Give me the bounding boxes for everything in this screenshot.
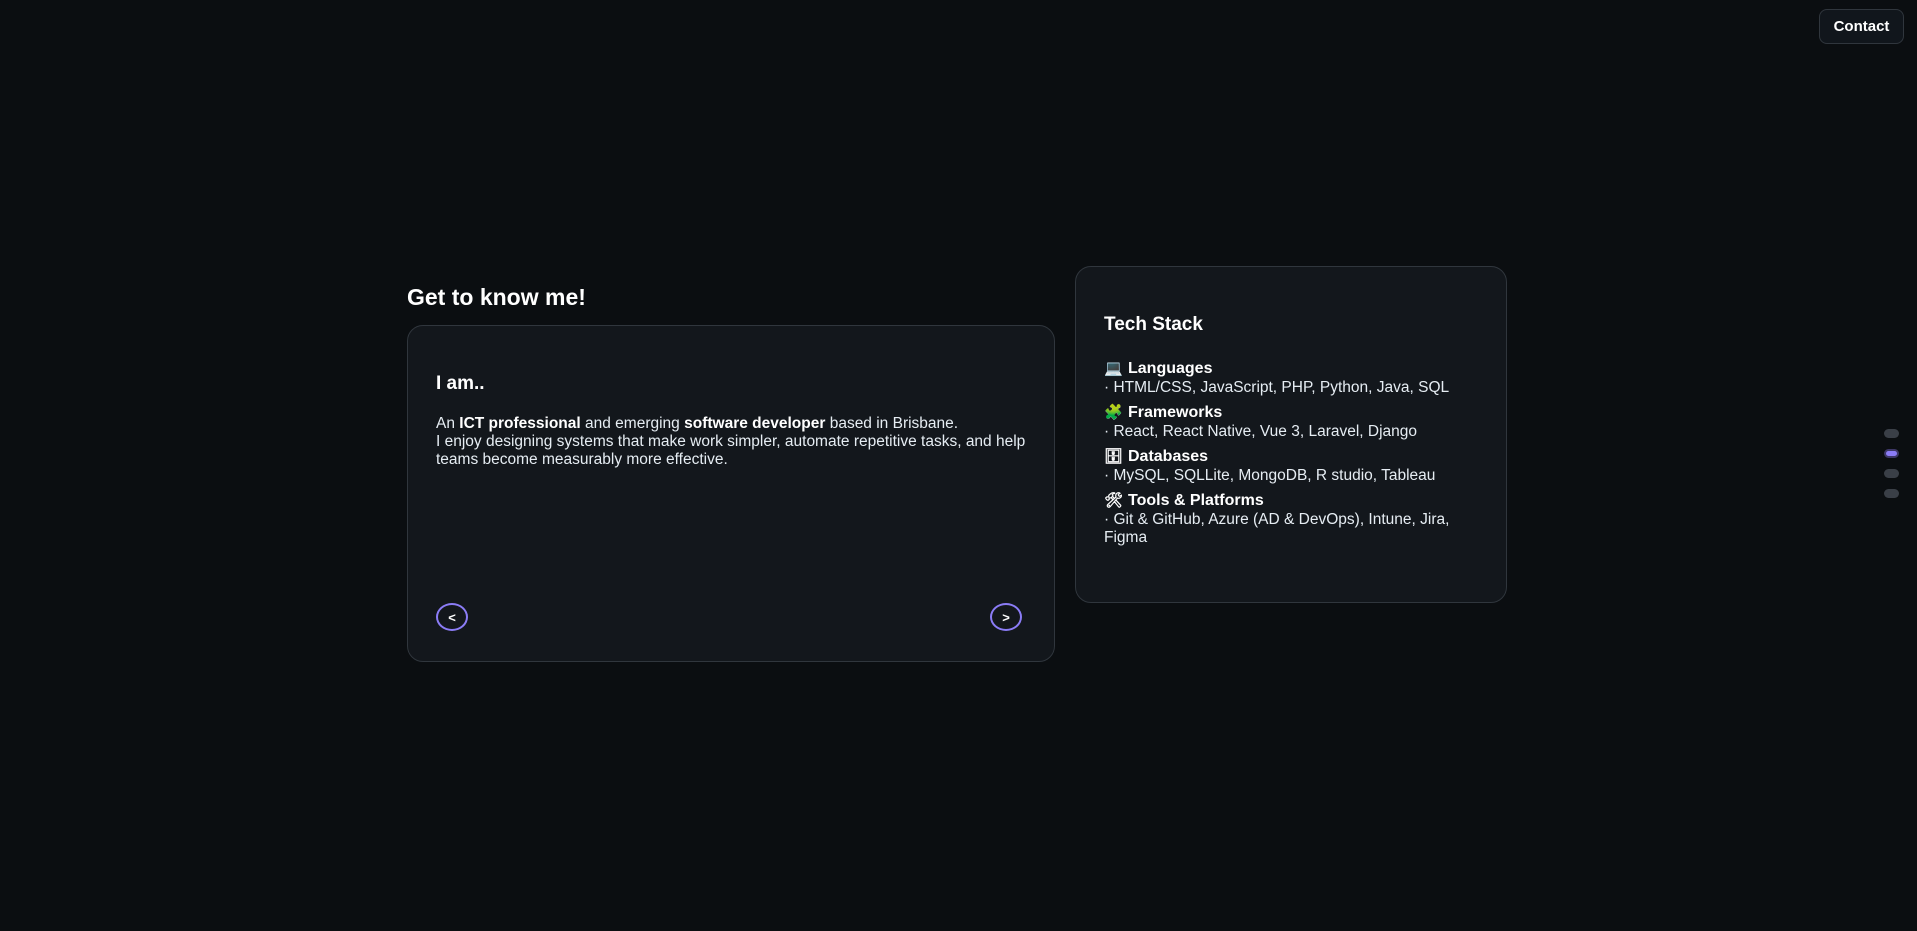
- section-nav-dots: [1884, 429, 1899, 498]
- about-line-1-prefix: An: [436, 415, 460, 432]
- section-dot-2-active[interactable]: [1884, 449, 1899, 458]
- tech-group-items: · MySQL, SQLLite, MongoDB, R studio, Tab…: [1104, 467, 1436, 484]
- about-line-2: I enjoy designing systems that make work…: [436, 433, 1026, 468]
- section-dot-1[interactable]: [1884, 429, 1899, 438]
- tech-group-items: · HTML/CSS, JavaScript, PHP, Python, Jav…: [1104, 379, 1450, 396]
- about-card: I am.. An ICT professional and emerging …: [407, 325, 1055, 662]
- tech-group-heading: 🗄 Databases: [1104, 447, 1484, 467]
- tech-group-languages: 💻 Languages · HTML/CSS, JavaScript, PHP,…: [1104, 359, 1484, 397]
- about-line-1: An ICT professional and emerging softwar…: [436, 415, 1036, 433]
- tech-group-label: Languages: [1128, 360, 1213, 377]
- tech-stack-title: Tech Stack: [1104, 314, 1203, 335]
- tech-stack-card: Tech Stack 💻 Languages · HTML/CSS, JavaS…: [1075, 266, 1507, 603]
- file-cabinet-icon: 🗄: [1104, 448, 1124, 465]
- about-highlight-developer: software developer: [684, 415, 826, 432]
- about-text: An ICT professional and emerging softwar…: [436, 415, 1036, 469]
- tech-group-items: · React, React Native, Vue 3, Laravel, D…: [1104, 423, 1418, 440]
- tech-group-heading: 🛠 Tools & Platforms: [1104, 491, 1484, 511]
- about-highlight-ict: ICT professional: [459, 415, 581, 432]
- laptop-icon: 💻: [1104, 360, 1123, 377]
- tech-group-databases: 🗄 Databases · MySQL, SQLLite, MongoDB, R…: [1104, 447, 1484, 485]
- about-line-1-suffix: based in Brisbane.: [825, 415, 959, 432]
- tools-icon: 🛠: [1104, 492, 1124, 509]
- tech-group-label: Databases: [1128, 448, 1209, 465]
- tech-group-tools: 🛠 Tools & Platforms · Git & GitHub, Azur…: [1104, 491, 1484, 547]
- previous-button[interactable]: <: [436, 603, 468, 631]
- contact-button[interactable]: Contact: [1819, 9, 1904, 44]
- tech-group-label: Tools & Platforms: [1128, 492, 1264, 509]
- tech-group-heading: 💻 Languages: [1104, 359, 1484, 379]
- tech-group-items: · Git & GitHub, Azure (AD & DevOps), Int…: [1104, 511, 1450, 546]
- tech-group-label: Frameworks: [1128, 404, 1223, 421]
- section-dot-4[interactable]: [1884, 489, 1899, 498]
- about-line-1-mid: and emerging: [580, 415, 685, 432]
- tech-group-frameworks: 🧩 Frameworks · React, React Native, Vue …: [1104, 403, 1484, 441]
- tech-stack-list: 💻 Languages · HTML/CSS, JavaScript, PHP,…: [1104, 359, 1484, 553]
- page: Contact Get to know me! I am.. An ICT pr…: [0, 0, 1917, 931]
- puzzle-piece-icon: 🧩: [1104, 404, 1123, 421]
- section-dot-3[interactable]: [1884, 469, 1899, 478]
- tech-group-heading: 🧩 Frameworks: [1104, 403, 1484, 423]
- next-button[interactable]: >: [990, 603, 1022, 631]
- section-heading: Get to know me!: [407, 284, 586, 310]
- about-card-title: I am..: [436, 373, 485, 394]
